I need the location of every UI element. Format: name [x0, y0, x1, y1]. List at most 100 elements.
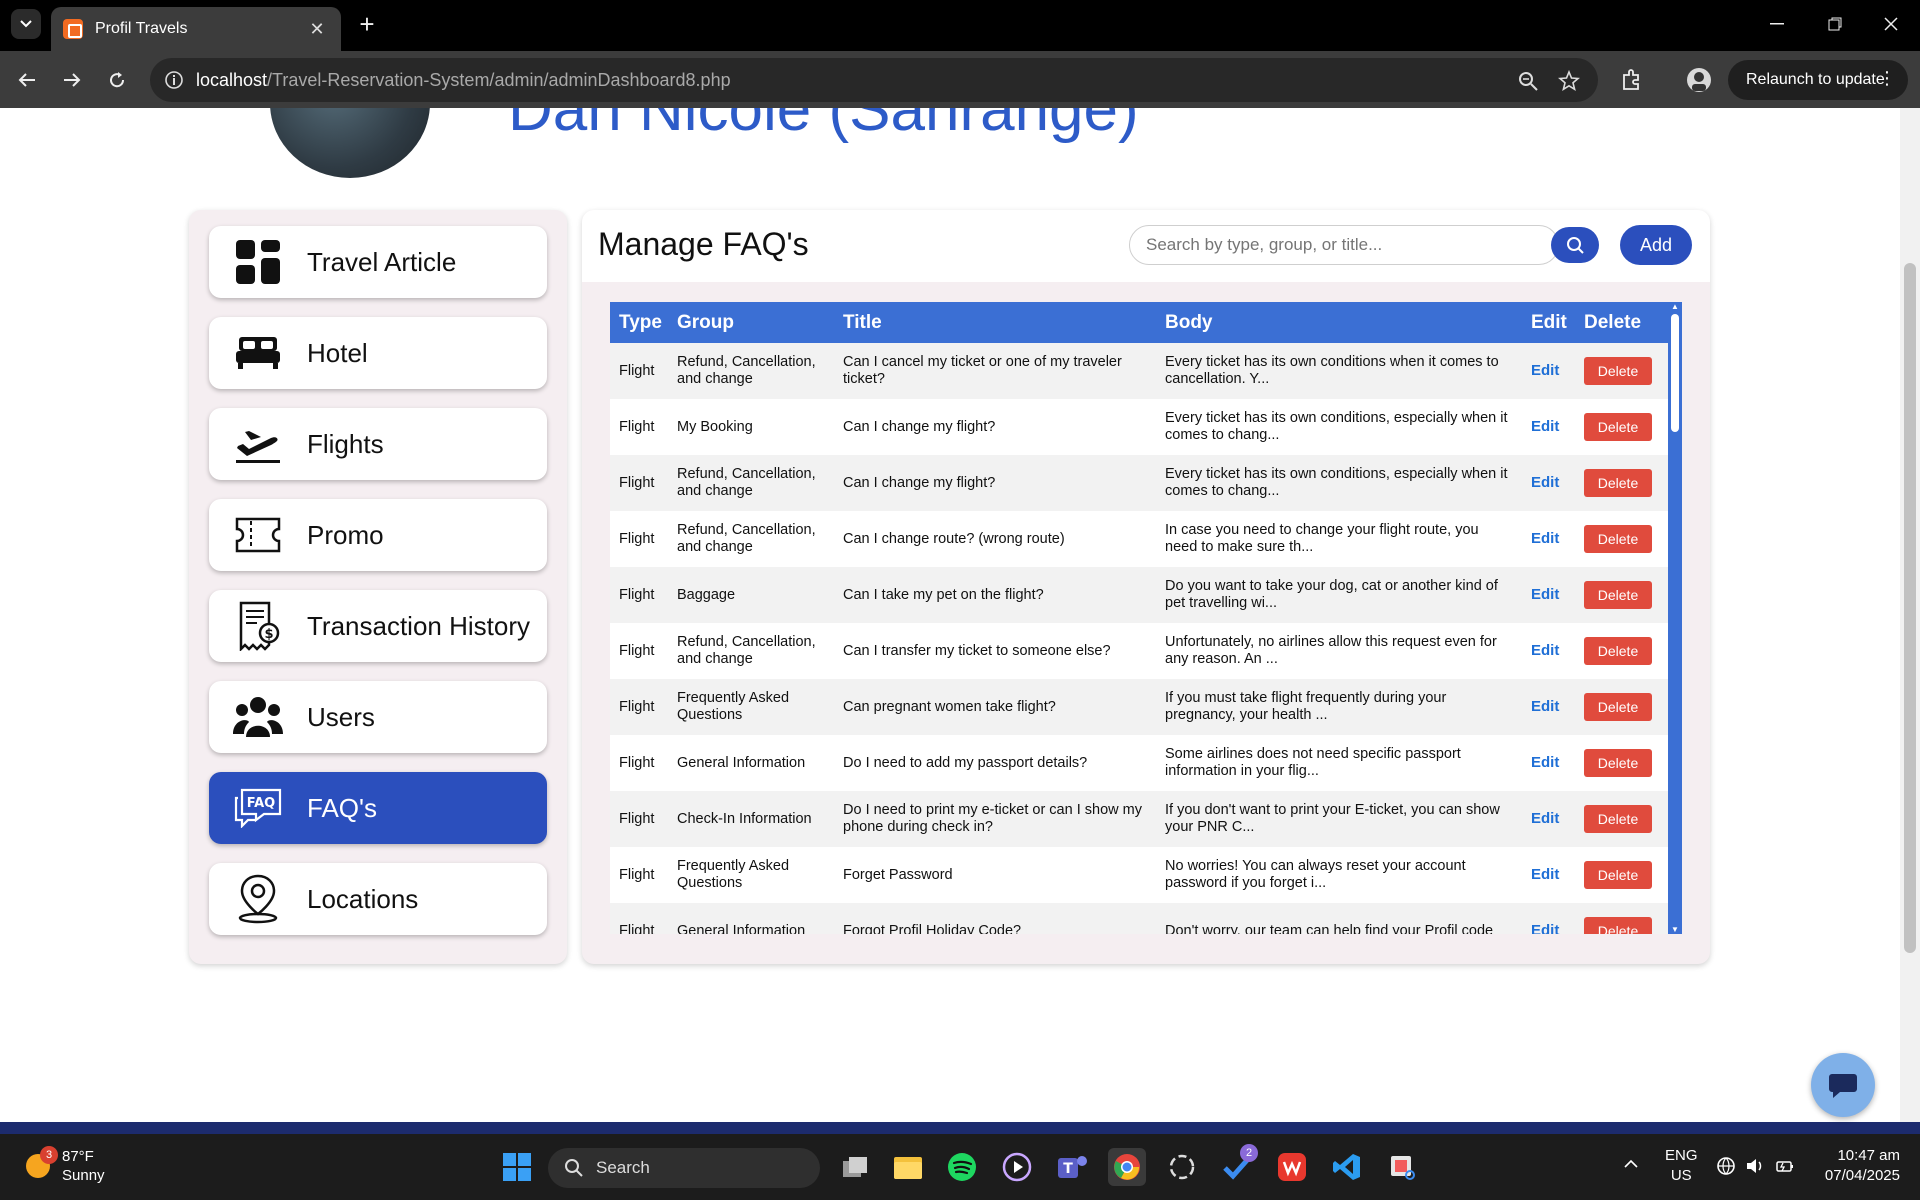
column-header-type[interactable]: Type: [610, 302, 668, 343]
delete-button[interactable]: Delete: [1584, 749, 1652, 777]
cell-group: Refund, Cancellation, and change: [668, 623, 834, 679]
vscode-icon[interactable]: [1328, 1148, 1366, 1186]
edit-link[interactable]: Edit: [1531, 362, 1559, 379]
address-bar[interactable]: localhost/Travel-Reservation-System/admi…: [150, 58, 1598, 102]
sidebar-item-flights[interactable]: Flights: [209, 408, 547, 480]
edit-link[interactable]: Edit: [1531, 922, 1559, 934]
cell-body: If you must take flight frequently durin…: [1156, 679, 1522, 735]
favicon-icon: [63, 19, 83, 39]
page-content: Dan Nicole (Sanrange) Travel Article Hot…: [0, 108, 1920, 1122]
search-button[interactable]: [1551, 227, 1599, 263]
users-icon: [231, 690, 285, 744]
sidebar-item-users[interactable]: Users: [209, 681, 547, 753]
start-button[interactable]: [498, 1148, 536, 1186]
delete-button[interactable]: Delete: [1584, 861, 1652, 889]
chrome-icon[interactable]: [1108, 1148, 1146, 1186]
edit-link[interactable]: Edit: [1531, 754, 1559, 771]
taskbar-search[interactable]: Search: [548, 1148, 820, 1188]
delete-button[interactable]: Delete: [1584, 917, 1652, 934]
file-explorer-icon[interactable]: [889, 1148, 927, 1186]
sidebar-item-promo[interactable]: Promo: [209, 499, 547, 571]
close-window-button[interactable]: [1862, 0, 1920, 48]
sidebar-item-travel-article[interactable]: Travel Article: [209, 226, 547, 298]
weather-widget[interactable]: 3 87°F Sunny: [26, 1146, 105, 1185]
delete-button[interactable]: Delete: [1584, 413, 1652, 441]
battery-icon[interactable]: [1775, 1156, 1795, 1180]
sidebar-item-hotel[interactable]: Hotel: [209, 317, 547, 389]
zoom-icon[interactable]: [1517, 70, 1539, 92]
volume-icon[interactable]: [1745, 1156, 1765, 1180]
taskbar-clock[interactable]: 10:47 am 07/04/2025: [1810, 1146, 1900, 1186]
delete-button[interactable]: Delete: [1584, 357, 1652, 385]
chevron-up-icon[interactable]: [1624, 1156, 1638, 1173]
browser-tab[interactable]: Profil Travels ✕: [51, 7, 341, 51]
delete-button[interactable]: Delete: [1584, 637, 1652, 665]
sidebar-item-faqs[interactable]: FAQ FAQ's: [209, 772, 547, 844]
restore-button[interactable]: [1806, 0, 1864, 48]
cell-edit: Edit: [1522, 679, 1575, 735]
todo-icon[interactable]: 2: [1218, 1144, 1258, 1186]
openai-icon[interactable]: [1163, 1148, 1201, 1186]
edit-link[interactable]: Edit: [1531, 810, 1559, 827]
cell-title: Can I take my pet on the flight?: [834, 567, 1156, 623]
edit-link[interactable]: Edit: [1531, 474, 1559, 491]
svg-text:T: T: [1063, 1161, 1073, 1177]
snipping-tool-icon[interactable]: [1383, 1148, 1421, 1186]
bookmark-star-icon[interactable]: [1558, 70, 1580, 92]
search-input[interactable]: [1129, 225, 1559, 265]
edit-link[interactable]: Edit: [1531, 866, 1559, 883]
column-header-body[interactable]: Body: [1156, 302, 1522, 343]
plane-takeoff-icon: [231, 417, 285, 471]
edit-link[interactable]: Edit: [1531, 418, 1559, 435]
extensions-button[interactable]: [1614, 63, 1648, 97]
teams-icon[interactable]: T: [1053, 1148, 1091, 1186]
page-scrollbar[interactable]: [1900, 108, 1920, 1122]
weather-temp: 87°F: [62, 1148, 94, 1165]
table-scrollbar[interactable]: ▲ ▼: [1668, 302, 1682, 934]
profile-button[interactable]: [1682, 63, 1716, 97]
site-info-icon[interactable]: [164, 70, 184, 90]
delete-button[interactable]: Delete: [1584, 805, 1652, 833]
tab-search-button[interactable]: [11, 9, 41, 39]
edit-link[interactable]: Edit: [1531, 530, 1559, 547]
task-view-icon[interactable]: [836, 1148, 874, 1186]
spotify-icon[interactable]: [943, 1148, 981, 1186]
column-header-group[interactable]: Group: [668, 302, 834, 343]
chat-button[interactable]: [1811, 1053, 1875, 1117]
cell-type: Flight: [610, 847, 668, 903]
delete-button[interactable]: Delete: [1584, 693, 1652, 721]
minimize-button[interactable]: [1748, 0, 1806, 48]
column-header-title[interactable]: Title: [834, 302, 1156, 343]
table-row: Flight Refund, Cancellation, and change Ca…: [610, 343, 1668, 399]
sidebar-item-locations[interactable]: Locations: [209, 863, 547, 935]
table-scrollbar-thumb[interactable]: [1671, 314, 1679, 432]
clock-time: 10:47 am: [1837, 1147, 1900, 1164]
edit-link[interactable]: Edit: [1531, 586, 1559, 603]
edit-link[interactable]: Edit: [1531, 642, 1559, 659]
relaunch-label: Relaunch to update: [1746, 71, 1885, 88]
cell-edit: Edit: [1522, 343, 1575, 399]
forward-button[interactable]: [55, 63, 89, 97]
receipt-icon: $: [231, 599, 285, 653]
sidebar-item-transaction-history[interactable]: $ Transaction History: [209, 590, 547, 662]
scroll-up-icon[interactable]: ▲: [1671, 302, 1679, 311]
menu-dots-icon[interactable]: ⋮: [1878, 68, 1896, 89]
page-scrollbar-thumb[interactable]: [1904, 263, 1916, 953]
language-indicator[interactable]: ENG US: [1665, 1146, 1698, 1186]
scroll-down-icon[interactable]: ▼: [1671, 925, 1679, 934]
wps-office-icon[interactable]: [1273, 1148, 1311, 1186]
profile-avatar: [270, 108, 430, 178]
relaunch-button[interactable]: Relaunch to update ⋮: [1728, 60, 1908, 100]
network-icon[interactable]: [1716, 1156, 1736, 1180]
new-tab-button[interactable]: +: [352, 10, 382, 40]
delete-button[interactable]: Delete: [1584, 469, 1652, 497]
edit-link[interactable]: Edit: [1531, 698, 1559, 715]
add-button[interactable]: Add: [1620, 225, 1692, 265]
close-tab-icon[interactable]: ✕: [305, 19, 329, 40]
media-player-icon[interactable]: [998, 1148, 1036, 1186]
avatar-icon: [1687, 68, 1711, 92]
back-button[interactable]: [10, 63, 44, 97]
delete-button[interactable]: Delete: [1584, 581, 1652, 609]
delete-button[interactable]: Delete: [1584, 525, 1652, 553]
reload-button[interactable]: [100, 63, 134, 97]
